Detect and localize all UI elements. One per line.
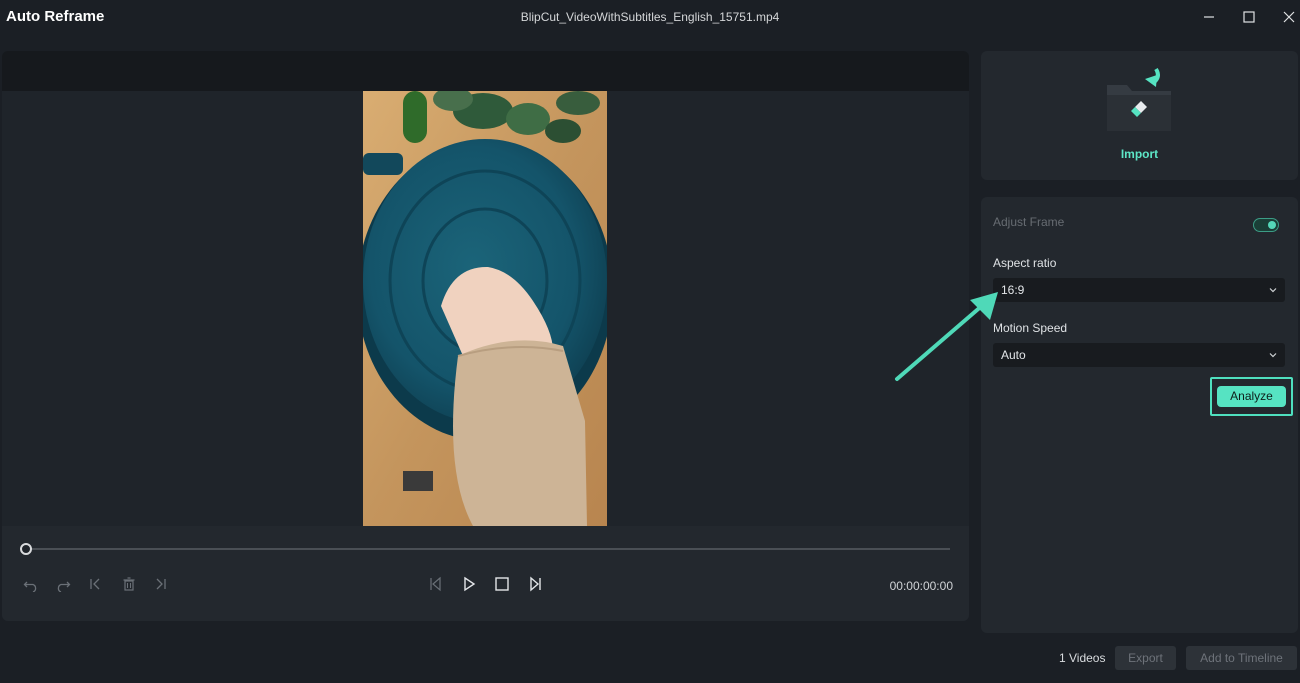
export-button[interactable]: Export: [1115, 646, 1176, 670]
video-count: 1 Videos: [1059, 651, 1106, 665]
redo-icon[interactable]: [53, 574, 73, 594]
chevron-down-icon: [1269, 353, 1277, 358]
motion-speed-value: Auto: [1001, 348, 1026, 362]
undo-icon[interactable]: [21, 574, 41, 594]
seek-track[interactable]: [26, 548, 950, 550]
title-bar: Auto Reframe BlipCut_VideoWithSubtitles_…: [0, 0, 1300, 36]
analyze-button[interactable]: Analyze: [1217, 386, 1286, 407]
minimize-icon[interactable]: [1197, 6, 1221, 28]
seek-handle[interactable]: [20, 543, 32, 555]
video-preview-panel: 00:00:00:00: [2, 51, 969, 621]
delete-icon[interactable]: [119, 574, 139, 594]
motion-speed-label: Motion Speed: [993, 321, 1068, 335]
aspect-ratio-label: Aspect ratio: [993, 256, 1057, 270]
next-frame-icon[interactable]: [525, 574, 545, 594]
skip-start-icon[interactable]: [85, 574, 105, 594]
analyze-highlight: Analyze: [1210, 377, 1293, 416]
adjust-frame-label: Adjust Frame: [993, 215, 1065, 229]
aspect-ratio-select[interactable]: 16:9: [993, 278, 1285, 302]
aspect-ratio-value: 16:9: [1001, 283, 1025, 297]
maximize-icon[interactable]: [1237, 6, 1261, 28]
preview-top-band: [2, 51, 969, 91]
timecode: 00:00:00:00: [889, 579, 953, 593]
toggle-knob: [1268, 221, 1276, 229]
playback-controls: 00:00:00:00: [2, 526, 969, 621]
chevron-down-icon: [1269, 288, 1277, 293]
settings-panel: Adjust Frame Aspect ratio 16:9 Motion Sp…: [981, 197, 1298, 633]
motion-speed-select[interactable]: Auto: [993, 343, 1285, 367]
import-panel[interactable]: Import: [981, 51, 1298, 180]
close-icon[interactable]: [1277, 6, 1300, 28]
play-icon[interactable]: [459, 574, 479, 594]
adjust-frame-toggle[interactable]: [1253, 218, 1279, 232]
previous-frame-icon[interactable]: [426, 574, 446, 594]
stop-icon[interactable]: [492, 574, 512, 594]
file-name: BlipCut_VideoWithSubtitles_English_15751…: [520, 10, 780, 24]
skip-end-icon[interactable]: [151, 574, 171, 594]
video-frame: [363, 91, 607, 526]
import-label[interactable]: Import: [981, 147, 1298, 161]
import-folder-icon[interactable]: [1101, 65, 1181, 135]
add-to-timeline-button[interactable]: Add to Timeline: [1186, 646, 1297, 670]
